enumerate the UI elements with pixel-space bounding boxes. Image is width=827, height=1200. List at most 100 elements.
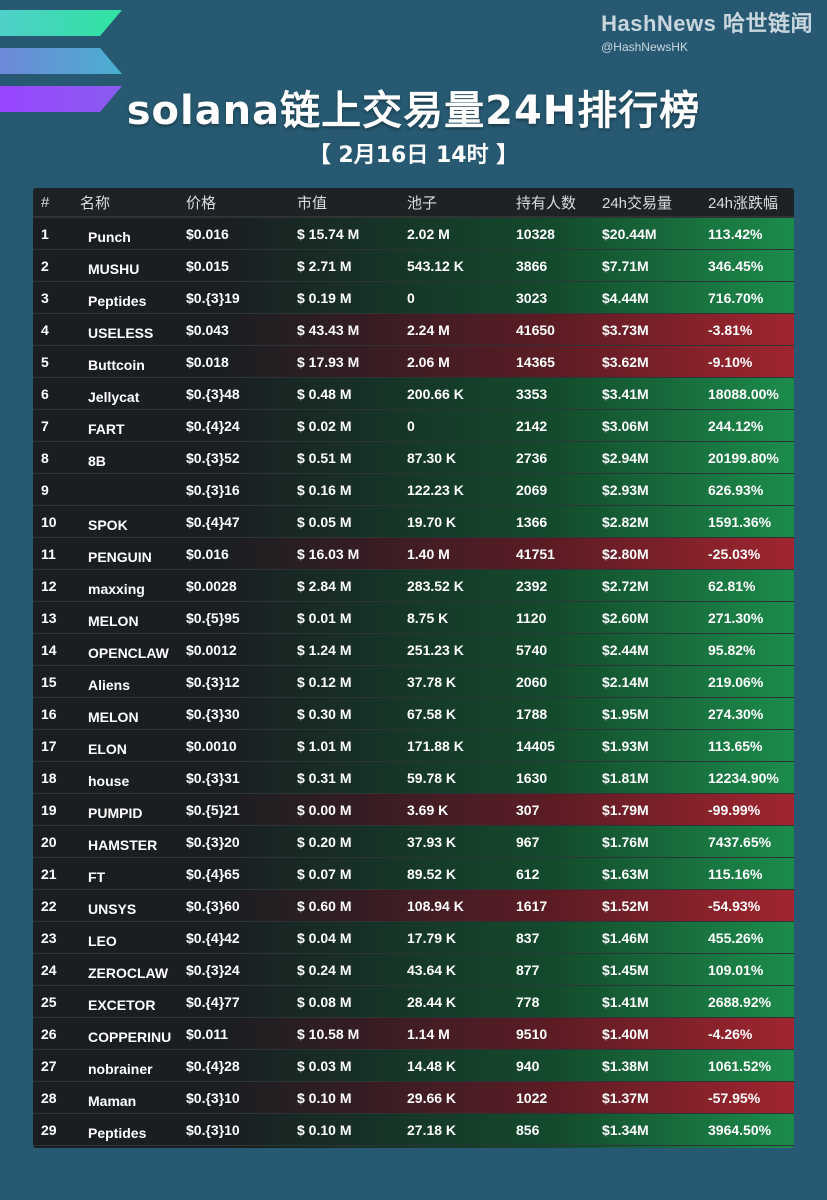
cell-price: $0.016 xyxy=(186,225,229,242)
cell-name: Buttcoin xyxy=(88,357,145,373)
cell-pool: 2.02 M xyxy=(407,225,450,242)
cell-rank: 3 xyxy=(41,289,49,306)
cell-name: FART xyxy=(88,421,125,437)
page-subtitle: 【 2月16日 14时 】 xyxy=(308,143,519,168)
cell-rank: 12 xyxy=(41,577,57,594)
table-row: 9 $0.{3}16 $ 0.16 M 122.23 K 2069 $2.93M 626.9… xyxy=(33,473,794,505)
cell-mcap: $ 0.19 M xyxy=(297,289,352,306)
cell-rank: 26 xyxy=(41,1025,57,1042)
cell-holders: 778 xyxy=(516,993,540,1010)
cell-holders: 2392 xyxy=(516,577,548,594)
cell-price: $0.{4}42 xyxy=(186,929,240,946)
table-row: 16 MELON $0.{3}30 $ 0.30 M 67.58 K 1788 $1.95M… xyxy=(33,697,794,729)
cell-pool: 43.64 K xyxy=(407,961,457,978)
cell-volume: $1.63M xyxy=(602,865,649,882)
cell-price: $0.{3}30 xyxy=(186,705,240,722)
cell-holders: 1788 xyxy=(516,705,548,722)
cell-name: EXCETOR xyxy=(88,997,156,1013)
table-row: 28 Maman $0.{3}10 $ 0.10 M 29.66 K 1022 $1.37M… xyxy=(33,1081,794,1113)
cell-mcap: $ 1.24 M xyxy=(297,641,352,658)
cell-change: 113.42% xyxy=(708,225,763,242)
cell-mcap: $ 2.71 M xyxy=(297,257,352,274)
cell-pool: 1.40 M xyxy=(407,545,450,562)
cell-change: -99.99% xyxy=(708,801,761,818)
cell-holders: 2069 xyxy=(516,481,548,498)
cell-price: $0.{3}24 xyxy=(186,961,240,978)
cell-pool: 543.12 K xyxy=(407,257,464,274)
cell-change: 95.82% xyxy=(708,641,756,658)
cell-name: ZEROCLAW xyxy=(88,965,169,981)
cell-price: $0.{3}10 xyxy=(186,1121,240,1138)
header-price: 价格 xyxy=(186,194,217,212)
cell-change: 12234.90% xyxy=(708,769,779,786)
cell-pool: 251.23 K xyxy=(407,641,464,658)
cell-volume: $2.94M xyxy=(602,449,649,466)
cell-price: $0.{3}48 xyxy=(186,385,240,402)
cell-mcap: $ 43.43 M xyxy=(297,321,360,338)
cell-volume: $1.41M xyxy=(602,993,649,1010)
cell-price: $0.{3}20 xyxy=(186,833,240,850)
table-row: 5 Buttcoin $0.018 $ 17.93 M 2.06 M 14365 $3.62… xyxy=(33,345,794,377)
brand-handle: @HashNewsHK xyxy=(601,40,688,54)
cell-holders: 9510 xyxy=(516,1025,548,1042)
cell-name: ELON xyxy=(88,741,127,757)
table-row: 19 PUMPID $0.{5}21 $ 0.00 M 3.69 K 307 $1.79M -… xyxy=(33,793,794,825)
cell-change: -9.10% xyxy=(708,353,753,370)
cell-holders: 307 xyxy=(516,801,540,818)
cell-price: $0.{5}95 xyxy=(186,609,240,626)
cell-change: -57.95% xyxy=(708,1089,761,1106)
cell-volume: $1.38M xyxy=(602,1057,649,1074)
table-row: 18 house $0.{3}31 $ 0.31 M 59.78 K 1630 $1.81M… xyxy=(33,761,794,793)
cell-mcap: $ 0.01 M xyxy=(297,609,352,626)
cell-mcap: $ 0.03 M xyxy=(297,1057,352,1074)
cell-rank: 23 xyxy=(41,929,57,946)
cell-mcap: $ 0.30 M xyxy=(297,705,352,722)
cell-price: $0.043 xyxy=(186,321,229,338)
cell-pool: 171.88 K xyxy=(407,737,464,754)
cell-pool: 0 xyxy=(407,417,415,434)
brand-name: HashNews 哈世链闻 xyxy=(601,11,813,36)
table-row: 23 LEO $0.{4}42 $ 0.04 M 17.79 K 837 $1.46M 455… xyxy=(33,921,794,953)
table-row: 30PsyopAnime$0.0078$ 7.75 M1.03 M11103$1… xyxy=(33,1145,794,1148)
cell-holders: 967 xyxy=(516,833,540,850)
cell-name: LEO xyxy=(88,933,117,949)
cell-rank: 9 xyxy=(41,481,49,498)
brand: HashNews 哈世链闻 @HashNewsHK xyxy=(601,6,813,54)
cell-mcap: $ 1.01 M xyxy=(297,737,352,754)
cell-pool: 283.52 K xyxy=(407,577,464,594)
cell-rank: 25 xyxy=(41,993,57,1010)
table-row: 27 nobrainer $0.{4}28 $ 0.03 M 14.48 K 940 $1.… xyxy=(33,1049,794,1081)
cell-price: $0.0012 xyxy=(186,641,237,658)
cell-price: $0.{4}77 xyxy=(186,993,240,1010)
cell-name: house xyxy=(88,773,130,789)
cell-rank: 6 xyxy=(41,385,49,402)
table-row: 1 Punch $0.016 $ 15.74 M 2.02 M 10328 $20.44M 1… xyxy=(33,217,794,249)
cell-rank: 10 xyxy=(41,513,57,530)
cell-price: $0.011 xyxy=(186,1025,229,1042)
cell-rank: 19 xyxy=(41,801,57,818)
header-pool: 池子 xyxy=(407,194,438,212)
cell-mcap: $ 0.08 M xyxy=(297,993,352,1010)
table-row: 25 EXCETOR $0.{4}77 $ 0.08 M 28.44 K 778 $1.41… xyxy=(33,985,794,1017)
cell-name: OPENCLAW xyxy=(88,645,169,661)
cell-mcap: $ 0.51 M xyxy=(297,449,352,466)
cell-name: maxxing xyxy=(88,581,145,597)
cell-rank: 13 xyxy=(41,609,57,626)
cell-volume: $1.46M xyxy=(602,929,649,946)
cell-name: Aliens xyxy=(88,677,131,693)
cell-pool: 29.66 K xyxy=(407,1089,457,1106)
cell-rank: 4 xyxy=(41,321,49,338)
cell-pool: 108.94 K xyxy=(407,897,464,914)
cell-mcap: $ 0.48 M xyxy=(297,385,352,402)
cell-mcap: $ 0.60 M xyxy=(297,897,352,914)
cell-volume: $4.44M xyxy=(602,289,649,306)
cell-pool: 37.93 K xyxy=(407,833,457,850)
header-change: 24h涨跌幅 xyxy=(708,194,779,212)
cell-holders: 14365 xyxy=(516,353,555,370)
cell-change: 18088.00% xyxy=(708,385,779,402)
cell-rank: 14 xyxy=(41,641,57,658)
cell-price: $0.{3}52 xyxy=(186,449,240,466)
cell-name: Peptides xyxy=(88,293,147,309)
cell-holders: 3866 xyxy=(516,257,548,274)
cell-change: -25.03% xyxy=(708,545,761,562)
